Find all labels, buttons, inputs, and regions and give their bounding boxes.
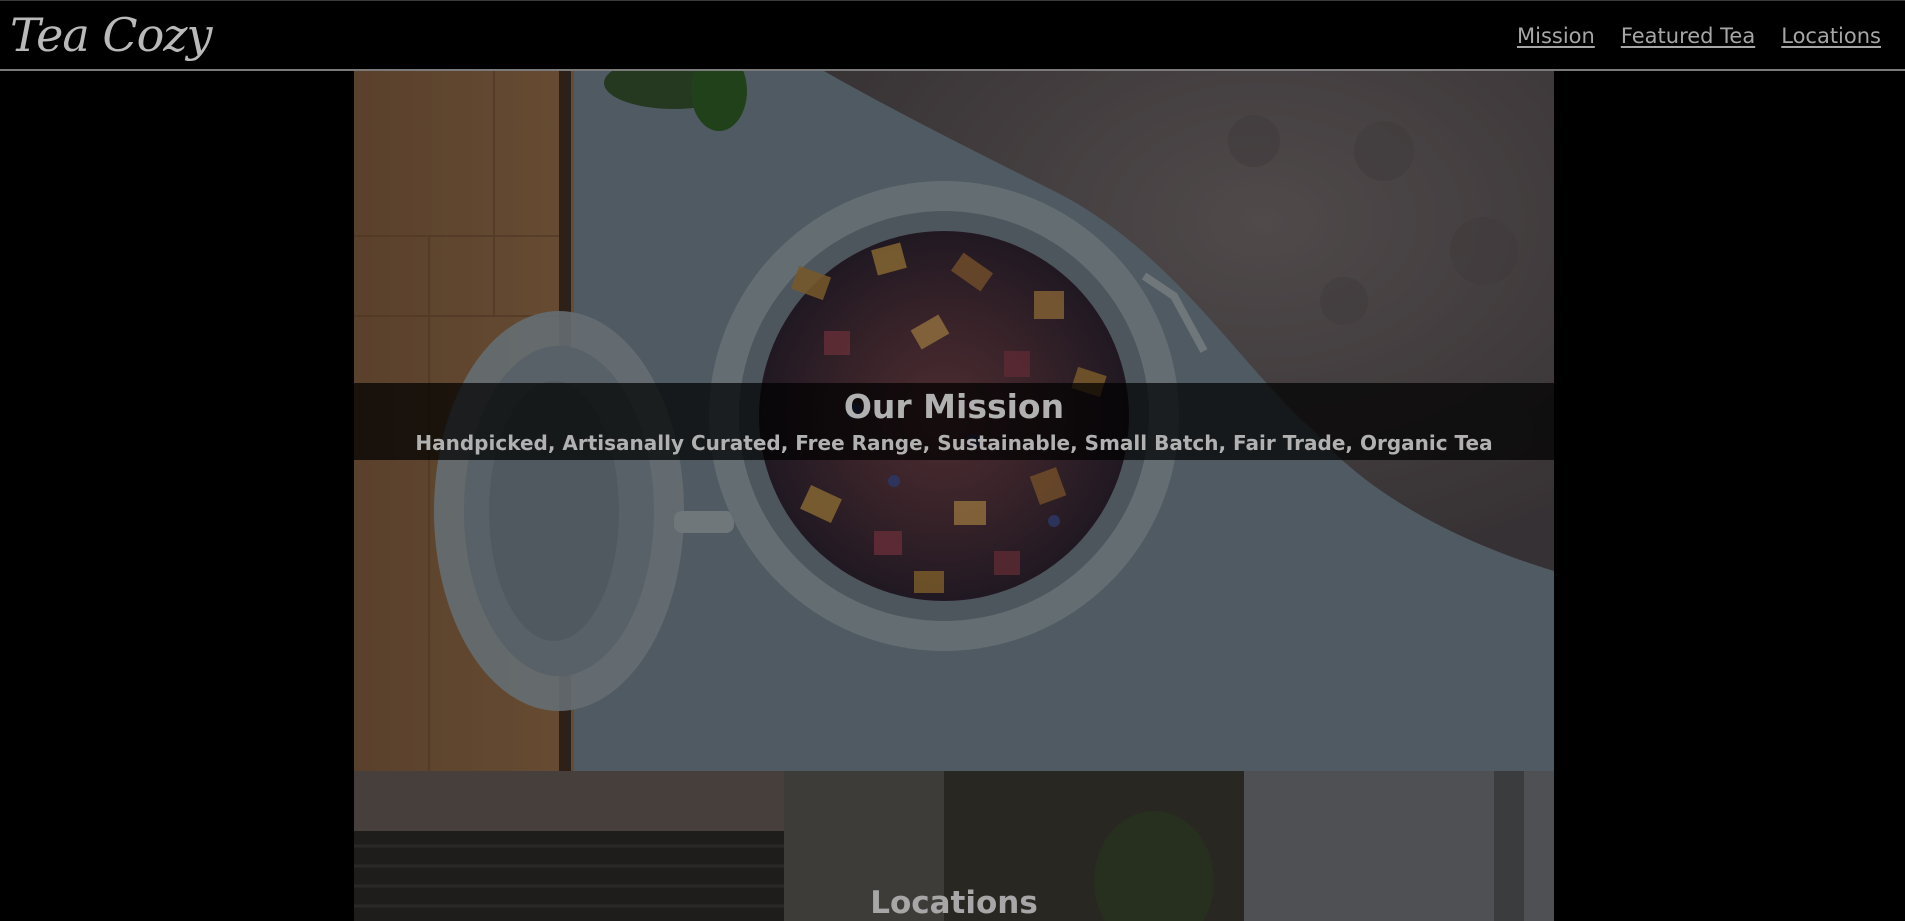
main-nav: Mission Featured Tea Locations <box>1517 20 1881 52</box>
mission-section: Our Mission Handpicked, Artisanally Cura… <box>354 71 1554 771</box>
nav-link-locations[interactable]: Locations <box>1781 20 1881 52</box>
nav-link-mission[interactable]: Mission <box>1517 20 1595 52</box>
nav-link-featured-tea[interactable]: Featured Tea <box>1621 20 1755 52</box>
mission-banner: Our Mission Handpicked, Artisanally Cura… <box>354 383 1554 460</box>
mission-subtitle: Handpicked, Artisanally Curated, Free Ra… <box>415 431 1493 455</box>
mission-title: Our Mission <box>843 387 1065 426</box>
locations-section: Locations <box>354 771 1554 921</box>
logo[interactable]: Tea Cozy <box>10 7 212 63</box>
locations-title: Locations <box>870 885 1038 921</box>
site-header: Tea Cozy Mission Featured Tea Locations <box>0 0 1905 71</box>
